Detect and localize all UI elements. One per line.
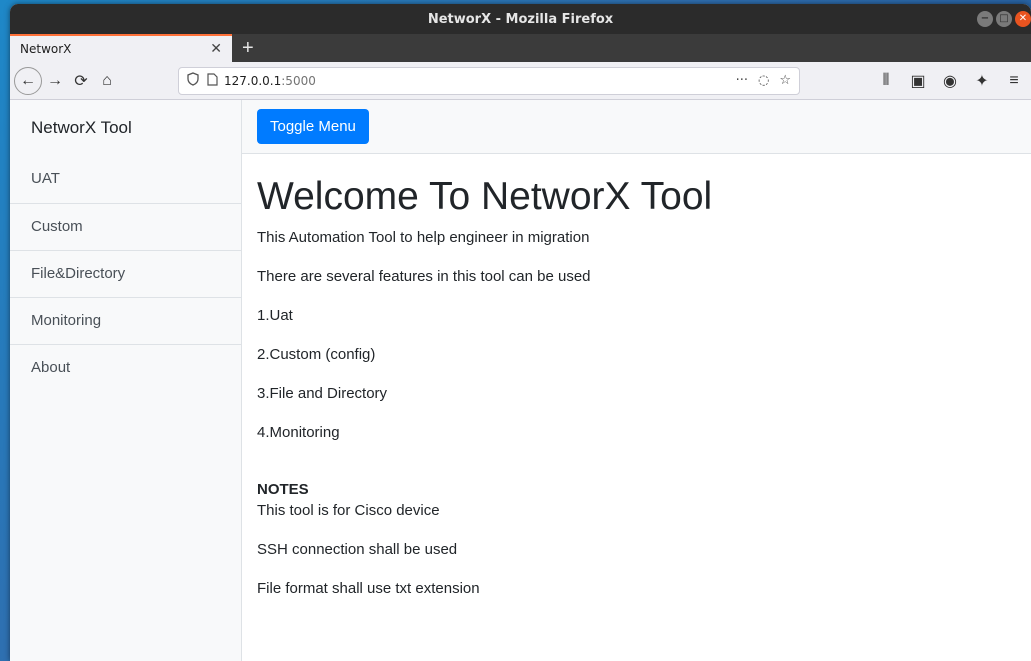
reload-icon[interactable]: ⟳	[68, 71, 94, 91]
navigation-bar: ← → ⟳ ⌂ 127.0.0.1:5000 ··· ◌ ☆ ⫴ ▣ ◉ ✦ ≡	[10, 62, 1031, 100]
shield-icon[interactable]	[187, 72, 199, 89]
close-tab-icon[interactable]: ✕	[210, 41, 222, 57]
toggle-menu-button[interactable]: Toggle Menu	[257, 109, 369, 144]
sidebar: NetworX Tool UAT Custom File&Directory M…	[10, 100, 242, 661]
features-intro-text: There are several features in this tool …	[257, 267, 591, 285]
close-window-button[interactable]: ✕	[1015, 11, 1031, 27]
minimize-button[interactable]: −	[977, 11, 993, 27]
page-icon	[207, 72, 218, 89]
main-area: Toggle Menu Welcome To NetworX Tool This…	[242, 100, 1031, 661]
extensions-icon[interactable]: ✦	[969, 71, 995, 91]
url-port: :5000	[281, 73, 316, 88]
feature-item: 4.Monitoring	[257, 423, 340, 441]
page-body: Welcome To NetworX Tool This Automation …	[242, 154, 1031, 641]
back-arrow-icon[interactable]: ←	[14, 66, 42, 95]
intro-text: This Automation Tool to help engineer in…	[257, 228, 590, 246]
library-icon[interactable]: ⫴	[873, 72, 899, 90]
feature-item: 3.File and Directory	[257, 384, 388, 402]
feature-item: 1.Uat	[257, 306, 293, 324]
url-actions: ··· ◌ ☆	[736, 73, 791, 88]
notes-title: NOTES	[257, 480, 309, 498]
home-icon[interactable]: ⌂	[94, 72, 120, 90]
pocket-icon[interactable]: ◌	[758, 73, 769, 88]
tab-networx[interactable]: NetworX ✕	[10, 34, 232, 62]
page-title: Welcome To NetworX Tool	[257, 175, 713, 218]
note-item: SSH connection shall be used	[257, 540, 458, 558]
sidebar-toggle-icon[interactable]: ▣	[905, 71, 931, 91]
sidebar-heading: NetworX Tool	[31, 118, 132, 137]
url-bar[interactable]: 127.0.0.1:5000 ··· ◌ ☆	[178, 66, 800, 95]
note-item: File format shall use txt extension	[257, 579, 480, 597]
url-host: 127.0.0.1	[224, 73, 282, 88]
page-content: NetworX Tool UAT Custom File&Directory M…	[10, 100, 1031, 661]
sidebar-item-uat[interactable]: UAT	[10, 158, 241, 203]
account-icon[interactable]: ◉	[937, 71, 963, 91]
toolbar-right: ⫴ ▣ ◉ ✦ ≡	[873, 71, 1027, 91]
note-item: This tool is for Cisco device	[257, 501, 440, 519]
window-title: NetworX - Mozilla Firefox	[427, 11, 614, 27]
tab-label: NetworX	[20, 42, 72, 56]
new-tab-button[interactable]: +	[232, 34, 264, 62]
sidebar-item-custom[interactable]: Custom	[10, 203, 241, 250]
forward-arrow-icon[interactable]: →	[42, 72, 68, 90]
hamburger-menu-icon[interactable]: ≡	[1001, 72, 1027, 90]
feature-item: 2.Custom (config)	[257, 345, 376, 363]
maximize-button[interactable]: □	[996, 11, 1012, 27]
bookmark-star-icon[interactable]: ☆	[779, 73, 791, 88]
page-actions-icon[interactable]: ···	[736, 73, 748, 88]
sidebar-item-file-directory[interactable]: File&Directory	[10, 250, 241, 297]
window-controls: − □ ✕	[977, 11, 1031, 27]
title-bar: NetworX - Mozilla Firefox − □ ✕	[10, 4, 1031, 34]
tab-bar: NetworX ✕ +	[10, 34, 1031, 62]
sidebar-item-about[interactable]: About	[10, 344, 241, 391]
sidebar-item-monitoring[interactable]: Monitoring	[10, 297, 241, 344]
top-nav: Toggle Menu	[242, 100, 1031, 154]
browser-window: NetworX - Mozilla Firefox − □ ✕ NetworX …	[10, 4, 1031, 661]
